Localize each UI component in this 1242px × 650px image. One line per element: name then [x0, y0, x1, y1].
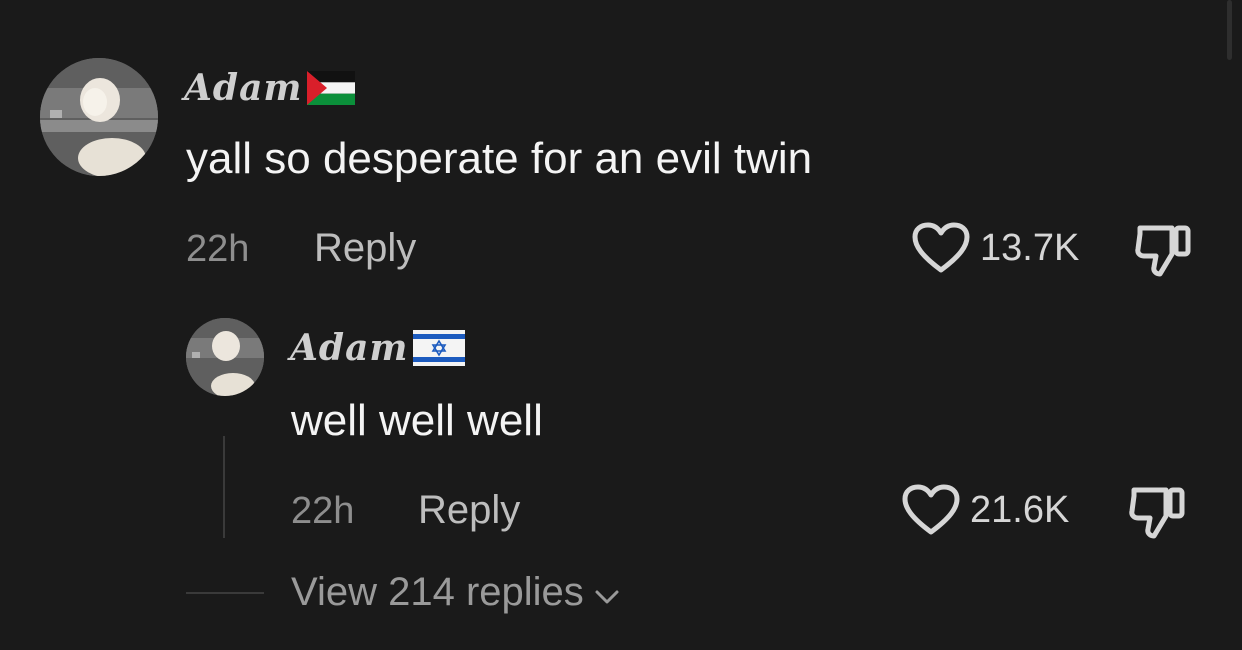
timestamp: 22h: [186, 228, 250, 270]
dislike-button[interactable]: [1134, 222, 1192, 278]
reply-text: well well well: [291, 396, 543, 445]
thread-line: [223, 436, 225, 538]
avatar-image: [40, 58, 158, 176]
scrollbar[interactable]: [1227, 0, 1232, 60]
like-button[interactable]: 21.6K: [902, 484, 1069, 536]
reply-button[interactable]: Reply: [418, 488, 520, 533]
avatar-image: [186, 318, 264, 396]
view-replies-label: View 214 replies: [291, 570, 584, 614]
thumbs-down-icon: [1128, 484, 1186, 540]
avatar[interactable]: [40, 58, 158, 176]
like-count: 21.6K: [970, 488, 1070, 531]
reply-avatar[interactable]: [186, 318, 264, 396]
divider-line: [186, 592, 264, 594]
reply-button[interactable]: Reply: [314, 226, 416, 271]
chevron-down-icon: [594, 570, 620, 615]
thumbs-down-icon: [1134, 222, 1192, 278]
reply-username[interactable]: Adam: [290, 326, 465, 370]
reply-timestamp: 22h: [291, 490, 355, 532]
heart-icon: [912, 222, 970, 274]
dislike-button[interactable]: [1128, 484, 1186, 540]
heart-icon: [902, 484, 960, 536]
like-count: 13.7K: [980, 226, 1080, 269]
palestine-flag-icon: [306, 71, 355, 105]
username[interactable]: Adam: [184, 66, 355, 110]
username-text: Adam: [290, 327, 409, 369]
username-text: Adam: [184, 67, 303, 109]
comment-text: yall so desperate for an evil twin: [186, 134, 813, 183]
view-replies-button[interactable]: View 214 replies: [291, 570, 620, 615]
like-button[interactable]: 13.7K: [912, 222, 1079, 274]
israel-flag-icon: [412, 330, 465, 366]
